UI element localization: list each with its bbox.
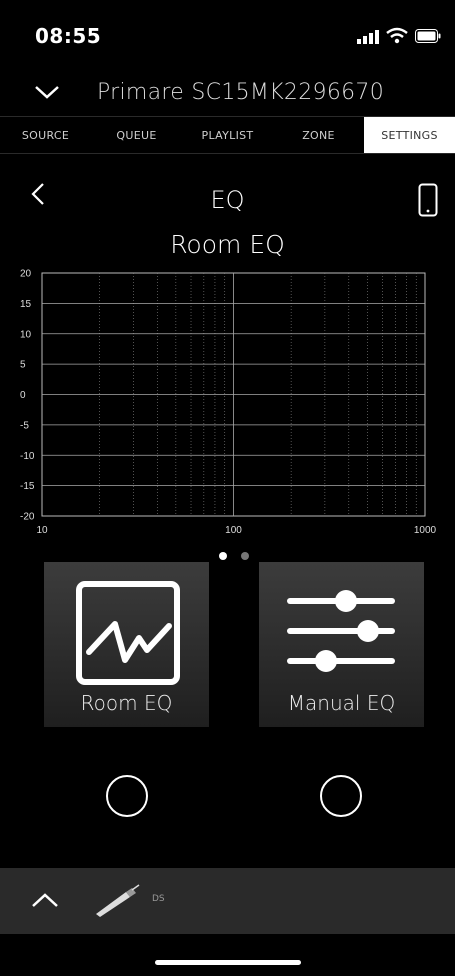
chevron-up-icon[interactable] (31, 892, 59, 908)
signal-icon (357, 30, 379, 44)
tab-playlist[interactable]: PLAYLIST (182, 117, 273, 153)
eq-chart: 20151050-5-10-15-2010 100 1000 (20, 269, 437, 537)
y-tick-label: -10 (20, 451, 35, 462)
device-name[interactable]: Primare SC15MK2296670 (0, 80, 455, 105)
home-indicator (155, 960, 301, 965)
room-eq-graph-icon (76, 581, 180, 685)
y-tick-label: 5 (20, 360, 26, 371)
page-title: EQ (210, 186, 245, 214)
tab-zone[interactable]: ZONE (273, 117, 364, 153)
x-tick-label: 100 (225, 525, 242, 536)
manual-eq-radio[interactable] (320, 775, 362, 817)
phone-icon[interactable] (418, 183, 438, 217)
tab-source[interactable]: SOURCE (0, 117, 91, 153)
eq-mode-title: Room EQ (170, 230, 285, 259)
page-dot-1[interactable] (219, 552, 227, 560)
room-eq-label: Room EQ (80, 691, 173, 715)
microphone-icon (96, 884, 140, 917)
status-time: 08:55 (35, 24, 102, 48)
tab-settings[interactable]: SETTINGS (364, 117, 455, 153)
room-eq-tile[interactable]: Room EQ (44, 562, 209, 727)
y-tick-label: 0 (20, 390, 26, 401)
device-bar: Primare SC15MK2296670 (0, 72, 455, 114)
battery-icon (415, 29, 441, 43)
y-tick-label: -20 (20, 512, 35, 523)
y-tick-label: 10 (20, 329, 32, 340)
source-label: DS (152, 894, 165, 904)
y-tick-label: -5 (20, 420, 29, 431)
manual-eq-label: Manual EQ (287, 691, 396, 715)
page-dot-2[interactable] (241, 552, 249, 560)
mini-player-bar: DS (0, 868, 455, 934)
x-tick-label: 10 (36, 525, 48, 536)
status-bar: 08:55 (0, 0, 455, 70)
y-tick-label: -15 (20, 481, 35, 492)
wifi-icon (386, 27, 408, 44)
manual-eq-tile[interactable]: Manual EQ (259, 562, 424, 727)
y-tick-label: 20 (20, 269, 32, 280)
tab-queue[interactable]: QUEUE (91, 117, 182, 153)
x-tick-label: 1000 (414, 525, 437, 536)
page-indicator (219, 552, 259, 562)
sliders-icon (287, 590, 395, 672)
y-tick-label: 15 (20, 299, 32, 310)
room-eq-radio[interactable] (106, 775, 148, 817)
tab-bar: SOURCE QUEUE PLAYLIST ZONE SETTINGS (0, 116, 455, 154)
